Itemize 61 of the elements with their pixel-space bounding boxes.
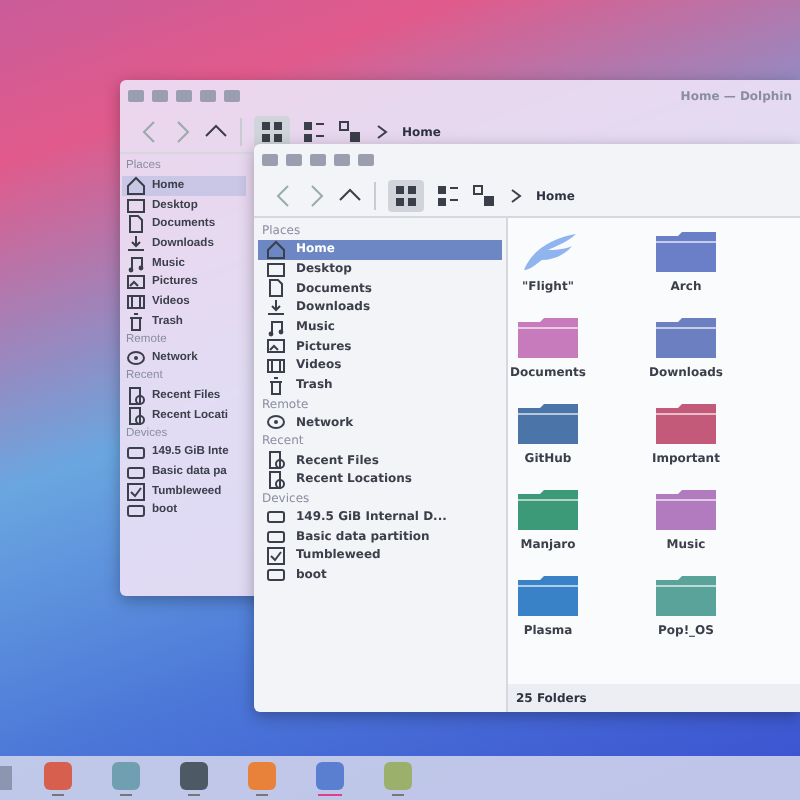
download-icon (266, 297, 286, 318)
download-icon (126, 233, 146, 254)
chevron-right-icon (508, 188, 524, 204)
minimize-button[interactable] (176, 90, 192, 102)
folder-icon (654, 574, 718, 618)
music-note-icon (266, 317, 286, 338)
monitor-icon (126, 195, 146, 216)
document-icon (126, 214, 146, 235)
folder-icon (516, 316, 580, 360)
drive-icon (266, 564, 286, 585)
drive-icon (266, 506, 286, 527)
film-icon (126, 291, 146, 312)
tree-view-icon[interactable] (472, 184, 496, 208)
minimize-button[interactable] (310, 154, 326, 166)
clock-document-icon (126, 386, 146, 407)
app-icon (382, 760, 414, 792)
app-icon (314, 760, 346, 792)
drive-icon (266, 526, 286, 547)
list-view-icon[interactable] (436, 184, 460, 208)
network-icon (266, 412, 286, 433)
home-icon (266, 239, 286, 260)
trash-icon (266, 375, 286, 396)
picture-icon (126, 272, 146, 293)
desktop-pager[interactable] (0, 766, 12, 790)
clock-document-icon (266, 469, 286, 490)
folder-icon (654, 488, 718, 532)
film-icon (266, 355, 286, 376)
music-note-icon (126, 253, 146, 274)
network-icon (126, 348, 146, 369)
folder-icon (516, 402, 580, 446)
home-icon (126, 175, 146, 196)
drive-icon (126, 500, 146, 521)
app-icon (42, 760, 74, 792)
drive-icon (126, 462, 146, 483)
icons-view-button[interactable] (388, 180, 424, 212)
list-view-icon[interactable] (302, 120, 326, 144)
trash-icon (126, 311, 146, 332)
app-icon (178, 760, 210, 792)
app-icon (110, 760, 142, 792)
grid-icon (260, 120, 284, 144)
monitor-icon (266, 259, 286, 280)
maximize-button[interactable] (200, 90, 216, 102)
folder-icon (516, 488, 580, 532)
tree-view-icon[interactable] (338, 120, 362, 144)
maximize-button[interactable] (334, 154, 350, 166)
folder-icon (654, 230, 718, 274)
clock-document-icon (266, 450, 286, 471)
drive-icon (126, 442, 146, 463)
close-button[interactable] (358, 154, 374, 166)
checkbox-icon (266, 545, 286, 566)
close-button[interactable] (224, 90, 240, 102)
document-icon (266, 278, 286, 299)
folder-icon (516, 574, 580, 618)
grid-icon (394, 184, 418, 208)
picture-icon (266, 336, 286, 357)
folder-icon (654, 316, 718, 360)
checkbox-icon (126, 481, 146, 502)
app-icon (246, 760, 278, 792)
clock-document-icon (126, 405, 146, 426)
chevron-right-icon (374, 124, 390, 140)
folder-icon (654, 402, 718, 446)
